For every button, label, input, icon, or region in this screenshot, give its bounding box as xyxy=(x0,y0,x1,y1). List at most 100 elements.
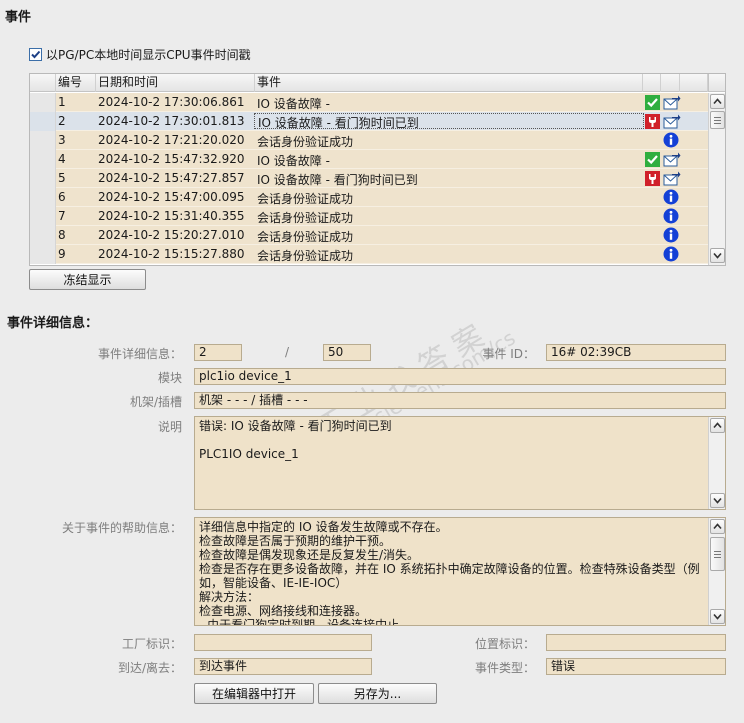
event-text: 会话身份验证成功 xyxy=(257,192,354,206)
event-row[interactable]: 6 2024-10-2 15:47:00.095 会话身份验证成功 xyxy=(30,188,708,207)
event-rows: 1 2024-10-2 17:30:06.861 IO 设备故障 - 2 2024-10… xyxy=(30,93,708,264)
event-row[interactable]: 2 2024-10-2 17:30:01.813 IO 设备故障 - 看门狗时间已到 xyxy=(30,112,708,131)
mail-arrow-icon xyxy=(663,94,681,111)
header-number[interactable]: 编号 xyxy=(56,74,96,92)
module-label: 模块 xyxy=(157,371,182,385)
event-text: 会话身份验证成功 xyxy=(257,135,354,149)
detail-index-field[interactable]: 2 xyxy=(194,344,242,361)
scroll-down-button[interactable] xyxy=(710,248,725,263)
plant-id-label: 工厂标识： xyxy=(121,637,182,651)
event-table-scrollbar[interactable] xyxy=(708,93,725,265)
help-scrollbar[interactable] xyxy=(708,518,725,625)
help-line: 检查电源、网络接线和连接器。 xyxy=(199,604,368,618)
event-row[interactable]: 8 2024-10-2 15:20:27.010 会话身份验证成功 xyxy=(30,226,708,245)
rack-slot-field: 机架 - - - / 插槽 - - - xyxy=(194,392,726,409)
event-text: 会话身份验证成功 xyxy=(257,211,354,225)
scroll-thumb[interactable] xyxy=(710,111,725,129)
description-line xyxy=(199,433,704,447)
event-text: IO 设备故障 - xyxy=(257,97,330,111)
event-text: IO 设备故障 - 看门狗时间已到 xyxy=(254,113,644,130)
event-datetime: 2024-10-2 15:47:27.857 xyxy=(98,171,245,185)
detail-separator: / xyxy=(285,345,290,359)
header-icon2 xyxy=(661,74,680,92)
event-datetime: 2024-10-2 15:15:27.880 xyxy=(98,247,245,261)
error-wrench-icon xyxy=(645,114,660,129)
row-lead xyxy=(30,226,56,245)
description-text: 错误: IO 设备故障 - 看门狗时间已到 PLC1IO device_1 xyxy=(199,419,704,461)
row-lead xyxy=(30,112,56,131)
event-row[interactable]: 9 2024-10-2 15:15:27.880 会话身份验证成功 xyxy=(30,245,708,264)
event-datetime: 2024-10-2 17:21:20.020 xyxy=(98,133,245,147)
help-line: 详细信息中指定的 IO 设备发生故障或不存在。 xyxy=(199,520,448,534)
event-text: IO 设备故障 - 看门狗时间已到 xyxy=(257,173,418,187)
event-row[interactable]: 7 2024-10-2 15:31:40.355 会话身份验证成功 xyxy=(30,207,708,226)
event-number: 9 xyxy=(58,247,66,261)
details-title: 事件详细信息： xyxy=(7,316,99,331)
help-scroll-up[interactable] xyxy=(710,519,725,534)
event-table: 编号 日期和时间 事件 1 2024-10-2 17:30:06.861 IO 设备… xyxy=(29,73,726,266)
row-lead xyxy=(30,188,56,207)
header-corner xyxy=(708,74,725,92)
event-number: 3 xyxy=(58,133,66,147)
row-lead xyxy=(30,245,56,264)
description-line: PLC1IO device_1 xyxy=(199,447,299,461)
event-id-label: 事件 ID： xyxy=(482,347,535,361)
help-line: 检查故障是偶发现象还是反复发生/消失。 xyxy=(199,548,420,562)
rack-slot-label: 机架/插槽 xyxy=(129,395,182,409)
event-text: 会话身份验证成功 xyxy=(257,230,354,244)
location-id-field xyxy=(546,634,726,651)
event-row[interactable]: 5 2024-10-2 15:47:27.857 IO 设备故障 - 看门狗时间已到 xyxy=(30,169,708,188)
help-scroll-thumb[interactable] xyxy=(710,537,725,571)
show-local-time-row[interactable]: 以PG/PC本地时间显示CPU事件时间戳 xyxy=(29,46,251,63)
event-number: 5 xyxy=(58,171,66,185)
event-type-label: 事件类型： xyxy=(474,661,535,675)
show-local-time-label: 以PG/PC本地时间显示CPU事件时间戳 xyxy=(46,48,251,62)
help-text: 详细信息中指定的 IO 设备发生故障或不存在。 检查故障是否属于预期的维护干预。检… xyxy=(199,520,704,626)
row-lead xyxy=(30,207,56,226)
event-number: 2 xyxy=(58,114,66,128)
description-scrollbar[interactable] xyxy=(708,417,725,509)
event-datetime: 2024-10-2 15:47:32.920 xyxy=(98,152,245,166)
check-icon xyxy=(645,95,660,110)
error-wrench-icon xyxy=(645,171,660,186)
detail-total-field: 50 xyxy=(323,344,371,361)
help-scroll-down[interactable] xyxy=(710,609,725,624)
row-lead xyxy=(30,131,56,150)
event-type-field: 错误 xyxy=(546,658,726,675)
show-local-time-checkbox[interactable] xyxy=(29,48,42,61)
events-title: 事件 xyxy=(5,10,32,25)
row-lead xyxy=(30,169,56,188)
event-number: 8 xyxy=(58,228,66,242)
event-row[interactable]: 3 2024-10-2 17:21:20.020 会话身份验证成功 xyxy=(30,131,708,150)
event-datetime: 2024-10-2 17:30:01.813 xyxy=(98,114,245,128)
row-lead xyxy=(30,150,56,169)
event-number: 1 xyxy=(58,95,66,109)
help-box[interactable]: 详细信息中指定的 IO 设备发生故障或不存在。 检查故障是否属于预期的维护干预。检… xyxy=(194,517,726,626)
header-event[interactable]: 事件 xyxy=(255,74,643,92)
mail-arrow-icon xyxy=(663,113,681,130)
header-extra xyxy=(680,74,708,92)
open-in-editor-button[interactable]: 在编辑器中打开 xyxy=(194,683,314,704)
event-text: 会话身份验证成功 xyxy=(257,249,354,263)
event-number: 6 xyxy=(58,190,66,204)
info-icon xyxy=(663,227,679,243)
help-line: 检查是否存在更多设备故障，并在 IO 系统拓扑中确定故障设备的位置。检查特殊设备… xyxy=(199,562,700,590)
description-scroll-up[interactable] xyxy=(710,418,725,433)
mail-arrow-icon xyxy=(663,170,681,187)
help-line: - 由于看门狗定时到期，设备连接中止。 xyxy=(199,618,412,626)
help-line: 解决方法： xyxy=(199,590,260,604)
mail-arrow-icon xyxy=(663,151,681,168)
module-field: plc1io device_1 xyxy=(194,368,726,385)
event-number: 4 xyxy=(58,152,66,166)
description-scroll-down[interactable] xyxy=(710,493,725,508)
scroll-up-button[interactable] xyxy=(710,94,725,109)
info-icon xyxy=(663,246,679,262)
save-as-button[interactable]: 另存为... xyxy=(318,683,437,704)
event-row[interactable]: 1 2024-10-2 17:30:06.861 IO 设备故障 - xyxy=(30,93,708,112)
event-id-field: 16# 02:39CB xyxy=(546,344,726,361)
info-icon xyxy=(663,208,679,224)
description-box[interactable]: 错误: IO 设备故障 - 看门狗时间已到 PLC1IO device_1 xyxy=(194,416,726,510)
event-row[interactable]: 4 2024-10-2 15:47:32.920 IO 设备故障 - xyxy=(30,150,708,169)
header-datetime[interactable]: 日期和时间 xyxy=(96,74,255,92)
freeze-display-button[interactable]: 冻结显示 xyxy=(29,269,146,290)
